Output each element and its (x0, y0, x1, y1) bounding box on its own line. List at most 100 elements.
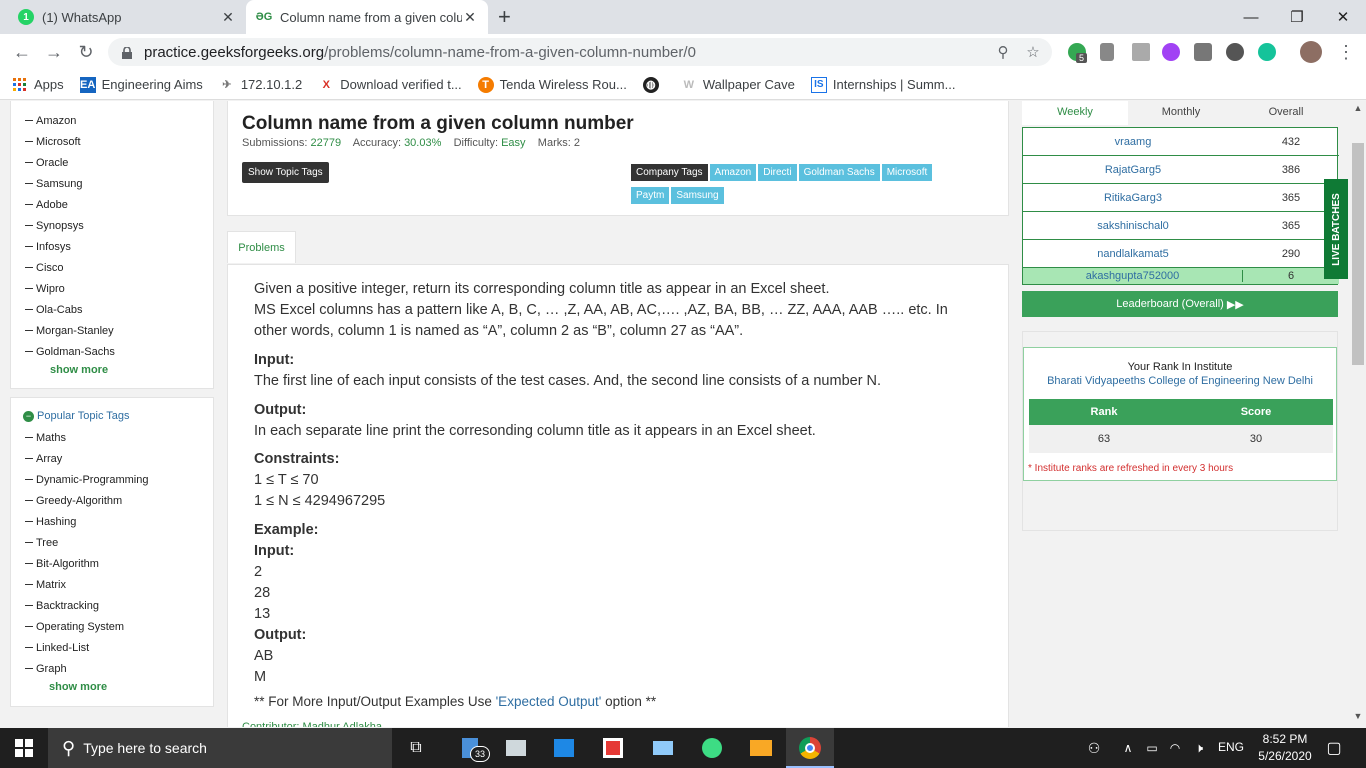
company-tag[interactable]: Amazon (709, 164, 757, 181)
photos-app-icon[interactable] (504, 736, 528, 760)
tab-monthly[interactable]: Monthly (1128, 101, 1234, 125)
show-more-companies-link[interactable]: show more (50, 364, 213, 376)
page-scrollbar[interactable]: ▲ ▼ (1350, 101, 1366, 727)
live-batches-tab[interactable]: LIVE BATCHES (1324, 179, 1348, 279)
leaderboard-overall-button[interactable]: Leaderboard (Overall) ▶▶ (1022, 291, 1338, 317)
tab-problems[interactable]: Problems (227, 231, 296, 263)
clock[interactable]: 8:52 PM 5/26/2020 (1252, 731, 1318, 765)
leaderboard-user[interactable]: nandlalkamat5 (1023, 248, 1243, 260)
show-hidden-icons-chevron[interactable]: ∧ (1116, 736, 1140, 760)
bookmark-ip[interactable]: ✈ 172.10.1.2 (219, 77, 302, 93)
contributor[interactable]: Contributor: Madhur Adlakha (242, 717, 382, 727)
sidebar-item[interactable]: Infosys (25, 236, 213, 257)
minimize-button[interactable]: — (1228, 0, 1274, 34)
task-view-icon[interactable]: ⧉ (404, 736, 428, 760)
sidebar-item[interactable]: Oracle (25, 152, 213, 173)
sidebar-item[interactable]: Morgan-Stanley (25, 320, 213, 341)
expected-output-link[interactable]: 'Expected Output' (496, 694, 602, 709)
tab-close-icon[interactable]: ✕ (462, 9, 478, 26)
android-studio-icon[interactable] (700, 736, 724, 760)
sidebar-item[interactable]: Greedy-Algorithm (25, 490, 213, 511)
store-app-icon[interactable] (552, 736, 576, 760)
circle-extension-icon[interactable] (1226, 43, 1244, 61)
volume-icon[interactable]: 🕨 (1187, 736, 1211, 760)
eyedropper-icon[interactable] (1100, 43, 1114, 61)
sidebar-item[interactable]: Hashing (25, 511, 213, 532)
bookmark-download[interactable]: X Download verified t... (318, 77, 462, 93)
sidebar-item[interactable]: Wipro (25, 278, 213, 299)
bookmark-tenda[interactable]: T Tenda Wireless Rou... (477, 76, 627, 93)
show-topic-tags-button[interactable]: Show Topic Tags (242, 162, 329, 183)
sidebar-item[interactable]: Operating System (25, 616, 213, 637)
language-indicator[interactable]: ENG (1218, 740, 1244, 754)
tab-weekly[interactable]: Weekly (1022, 101, 1128, 125)
sidebar-item[interactable]: Amazon (25, 110, 213, 131)
pc-app-icon[interactable] (651, 736, 675, 760)
tab-gfg-problem[interactable]: ƏG Column name from a given colum ✕ (246, 0, 488, 34)
sidebar-item[interactable]: Samsung (25, 173, 213, 194)
sidebar-item[interactable]: Goldman-Sachs (25, 341, 213, 362)
forward-button[interactable]: → (42, 40, 66, 64)
sidebar-item[interactable]: Backtracking (25, 595, 213, 616)
company-tag[interactable]: Paytm (631, 187, 670, 204)
grammarly-icon[interactable] (1258, 43, 1276, 61)
show-more-topics-link[interactable]: show more (49, 681, 213, 693)
back-button[interactable]: ← (10, 40, 34, 64)
people-icon[interactable]: ⚇ (1082, 736, 1106, 760)
maximize-button[interactable]: ❐ (1274, 0, 1320, 34)
tab-overall[interactable]: Overall (1234, 101, 1338, 125)
scroll-up-icon[interactable]: ▲ (1350, 103, 1366, 117)
taskbar-search-box[interactable]: ⚲ Type here to search (48, 728, 392, 768)
leaderboard-user[interactable]: RitikaGarg3 (1023, 192, 1243, 204)
bookmark-globe[interactable]: ◍ (642, 76, 665, 93)
profile-avatar[interactable] (1300, 41, 1322, 63)
battery-icon[interactable]: ▭ (1140, 736, 1164, 760)
institute-name[interactable]: Bharati Vidyapeeths College of Engineeri… (1024, 375, 1336, 387)
sidebar-item[interactable]: Microsoft (25, 131, 213, 152)
snipping-app-icon[interactable] (601, 736, 625, 760)
leaderboard-user[interactable]: RajatGarg5 (1023, 164, 1243, 176)
wifi-icon[interactable]: ◠ (1163, 736, 1187, 760)
reload-button[interactable]: ↻ (74, 40, 98, 64)
windows-start-icon[interactable] (12, 736, 36, 760)
box-extension-icon[interactable] (1194, 43, 1212, 61)
chart-extension-icon[interactable] (1132, 43, 1150, 61)
menu-kebab-icon[interactable]: ⋮ (1334, 40, 1358, 64)
scroll-down-icon[interactable]: ▼ (1350, 711, 1366, 725)
leaderboard-user[interactable]: vraamg (1023, 136, 1243, 148)
purple-extension-icon[interactable] (1162, 43, 1180, 61)
bookmark-internships[interactable]: IS Internships | Summ... (810, 76, 955, 93)
sidebar-item[interactable]: Adobe (25, 194, 213, 215)
sidebar-item[interactable]: Bit-Algorithm (25, 553, 213, 574)
company-tag[interactable]: Directi (758, 164, 797, 181)
sidebar-item[interactable]: Ola-Cabs (25, 299, 213, 320)
sidebar-item[interactable]: Cisco (25, 257, 213, 278)
address-bar[interactable]: practice.geeksforgeeks.org/problems/colu… (108, 38, 1052, 66)
zoom-icon[interactable]: ⚲ (990, 38, 1016, 66)
sidebar-item[interactable]: Synopsys (25, 215, 213, 236)
difficulty-value[interactable]: Easy (501, 137, 525, 149)
notification-center-icon[interactable]: ▢ (1322, 736, 1346, 760)
bookmark-star-icon[interactable]: ☆ (1020, 38, 1046, 66)
company-tag[interactable]: Microsoft (881, 164, 933, 181)
bookmark-wallpaper-cave[interactable]: W Wallpaper Cave (681, 77, 795, 93)
sidebar-item[interactable]: Graph (25, 658, 213, 679)
sidebar-item[interactable]: Tree (25, 532, 213, 553)
minus-circle-icon[interactable]: − (23, 410, 34, 422)
tab-whatsapp[interactable]: 1 (1) WhatsApp ✕ (8, 0, 246, 34)
new-tab-button[interactable]: + (498, 4, 511, 30)
chrome-taskbar-button[interactable] (786, 728, 834, 768)
company-tag[interactable]: Goldman Sachs (798, 164, 880, 181)
bookmark-engineering-aims[interactable]: EA Engineering Aims (79, 76, 203, 93)
current-user-name[interactable]: akashgupta752000 (1023, 270, 1243, 282)
scrollbar-thumb[interactable] (1352, 143, 1364, 365)
sidebar-item[interactable]: Array (25, 448, 213, 469)
sidebar-item[interactable]: Maths (25, 427, 213, 448)
sidebar-item[interactable]: Dynamic-Programming (25, 469, 213, 490)
file-explorer-icon[interactable] (749, 736, 773, 760)
bookmark-apps[interactable]: Apps (12, 77, 64, 93)
tab-close-icon[interactable]: ✕ (220, 9, 236, 26)
leaderboard-user[interactable]: sakshinischal0 (1023, 220, 1243, 232)
company-tag[interactable]: Samsung (671, 187, 724, 204)
sidebar-item[interactable]: Matrix (25, 574, 213, 595)
